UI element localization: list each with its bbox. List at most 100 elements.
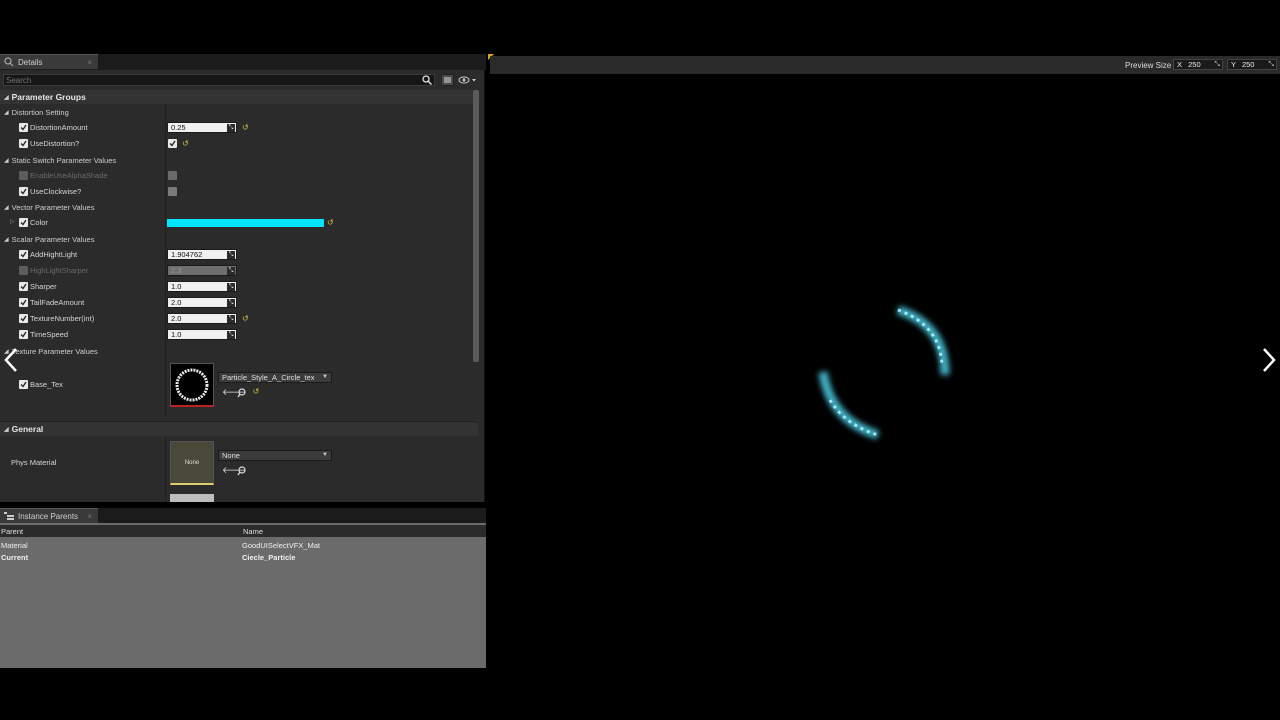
texture-number-input[interactable]: 2.0 ⤡ [167,313,237,324]
group-label: Distortion Setting [11,107,69,117]
drag-handle-icon[interactable]: ⤡ [227,299,235,307]
param-label: TailFadeAmount [30,298,85,307]
add-highlight-input[interactable]: 1.904762 ⤡ [167,249,237,260]
preview-size-x-input[interactable]: X 250 ⤡ [1173,59,1223,70]
phys-material-combo[interactable]: None ▼ [218,450,332,461]
override-checkbox[interactable] [19,282,28,291]
drag-handle-icon[interactable]: ⤡ [1214,60,1220,69]
general-header[interactable]: ◢ General [0,421,478,436]
use-selected-arrow-icon[interactable]: 🡐 [222,465,246,475]
phys-material-thumbnail[interactable]: None [170,441,214,485]
override-checkbox[interactable] [19,314,28,323]
color-swatch[interactable] [167,219,324,227]
collapse-triangle-icon[interactable]: ◢ [4,204,9,211]
override-checkbox[interactable] [19,139,28,148]
override-checkbox[interactable] [19,298,28,307]
close-icon[interactable]: × [87,512,92,521]
close-icon[interactable]: × [87,58,92,67]
use-selected-arrow-icon[interactable]: 🡐 [222,387,246,397]
search-box[interactable] [3,74,435,86]
distortion-amount-input[interactable]: 0.25 ⤡ [167,122,237,133]
param-label: EnableUseAlphaShade [30,171,108,180]
collapse-triangle-icon[interactable]: ◢ [4,109,9,116]
instance-parents-tab-bar: Instance Parents × [0,508,486,523]
preview-size-y-input[interactable]: Y 250 ⤡ [1227,59,1277,70]
search-icon[interactable] [422,75,432,85]
reset-to-default-icon[interactable]: ↺ [182,139,189,148]
override-checkbox[interactable] [19,250,28,259]
collapse-triangle-icon[interactable]: ◢ [4,426,9,433]
param-use-clockwise: UseClockwise? [0,184,478,200]
preview-size-label: Preview Size [1125,61,1172,70]
drag-handle-icon[interactable]: ⤡ [227,124,235,132]
drag-handle-icon[interactable]: ⤡ [1268,60,1274,69]
reset-to-default-icon[interactable]: ↺ [242,123,249,132]
table-row[interactable]: Material GoodUISelectVFX_Mat [0,539,486,551]
group-static-switch[interactable]: ◢ Static Switch Parameter Values [0,152,478,168]
highlight-sharper-input[interactable]: 2.3 ⤡ [167,265,237,276]
override-checkbox[interactable] [19,187,28,196]
use-distortion-checkbox[interactable] [168,139,177,148]
sharper-input[interactable]: 1.0 ⤡ [167,281,237,292]
reset-to-default-icon[interactable]: ↺ [242,314,249,323]
base-tex-thumbnail[interactable] [170,363,214,407]
enable-use-alpha-shade-checkbox[interactable] [168,171,177,180]
reset-to-default-icon[interactable]: ↺ [251,387,261,397]
drag-handle-icon[interactable]: ⤡ [227,331,235,339]
collapse-triangle-icon[interactable]: ◢ [4,236,9,243]
browse-search-icon[interactable] [237,388,247,398]
collapse-triangle-icon[interactable]: ◢ [4,94,9,101]
param-time-speed: TimeSpeed 1.0 ⤡ [0,327,478,343]
param-sharper: Sharper 1.0 ⤡ [0,279,478,295]
drag-handle-icon[interactable]: ⤡ [227,315,235,323]
group-texture-params[interactable]: ◢ Texture Parameter Values [0,343,478,359]
param-label: DistortionAmount [30,123,88,132]
group-vector-params[interactable]: ◢ Vector Parameter Values [0,199,478,215]
base-tex-asset-combo[interactable]: Particle_Style_A_Circle_tex ▼ [218,372,332,383]
tab-instance-parents[interactable]: Instance Parents × [0,508,98,523]
group-scalar-params[interactable]: ◢ Scalar Parameter Values [0,231,478,247]
param-label: Phys Material [11,458,57,467]
tail-fade-amount-input[interactable]: 2.0 ⤡ [167,297,237,308]
drag-handle-icon[interactable]: ⤡ [227,251,235,259]
use-clockwise-checkbox[interactable] [168,187,177,196]
column-header-name[interactable]: Name [243,527,263,536]
row-parent: Current [1,553,29,562]
view-options-button[interactable] [441,74,454,86]
override-checkbox[interactable] [19,171,28,180]
param-label: UseDistortion? [30,139,80,148]
next-thumbnail-partial [170,494,214,502]
drag-handle-icon[interactable]: ⤡ [227,267,235,275]
asset-name: Particle_Style_A_Circle_tex [222,373,315,382]
override-checkbox[interactable] [19,123,28,132]
search-input[interactable] [6,75,416,85]
browse-search-icon[interactable] [237,466,247,476]
expand-triangle-icon[interactable]: ▷ [10,218,15,225]
tab-details[interactable]: Details × [0,54,98,69]
eye-icon[interactable] [458,75,478,85]
reset-to-default-icon[interactable]: ↺ [327,218,334,227]
previous-arrow-icon[interactable] [0,345,22,375]
override-checkbox[interactable] [19,218,28,227]
search-row [0,72,484,88]
group-distortion-setting[interactable]: ◢ Distortion Setting [0,104,478,120]
collapse-triangle-icon[interactable]: ◢ [4,157,9,164]
next-arrow-icon[interactable] [1258,345,1280,375]
details-icon [4,57,14,67]
param-label: Sharper [30,282,57,291]
group-label: Texture Parameter Values [11,346,98,356]
chevron-down-icon: ▼ [322,374,328,380]
override-checkbox[interactable] [19,380,28,389]
hierarchy-icon [4,511,14,520]
parameter-groups-header[interactable]: ◢ Parameter Groups [0,90,478,104]
override-checkbox[interactable] [19,330,28,339]
table-row[interactable]: Current Ciecle_Particle [0,551,486,563]
x-value: 250 [1188,60,1201,69]
param-distortion-amount: DistortionAmount 0.25 ⤡ ↺ [0,120,478,136]
column-header-parent[interactable]: Parent [1,527,23,536]
drag-handle-icon[interactable]: ⤡ [227,283,235,291]
override-checkbox[interactable] [19,266,28,275]
time-speed-input[interactable]: 1.0 ⤡ [167,329,237,340]
particle-preview [818,305,950,440]
details-scrollbar[interactable] [473,90,479,362]
